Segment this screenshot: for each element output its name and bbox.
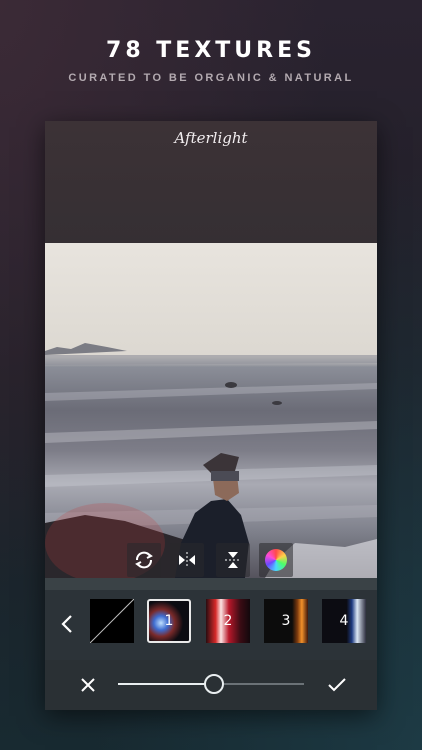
chevron-left-icon [61,615,72,633]
texture-4[interactable]: 4 [322,599,366,643]
rotate-button[interactable] [127,543,161,577]
flip-horizontal-button[interactable] [170,543,204,577]
texture-1[interactable]: 1 [147,599,191,643]
photo-preview [45,243,377,578]
back-button[interactable] [58,612,76,636]
cancel-button[interactable] [77,674,99,696]
texture-label: 4 [339,613,349,629]
slider-fill [118,683,213,685]
app-logo: Afterlight [174,129,248,147]
texture-label: 2 [223,613,233,629]
flip-vertical-button[interactable] [216,543,250,577]
app-top-bar: Afterlight [45,121,377,243]
checkmark-icon [328,678,346,692]
rotate-icon [135,551,153,569]
close-icon [81,678,95,692]
flip-vertical-icon [225,552,241,568]
headline: 78 TEXTURES [106,38,316,63]
flip-horizontal-icon [179,552,195,568]
texture-label: 3 [281,613,291,629]
slider-handle[interactable] [203,674,224,694]
texture-3[interactable]: 3 [264,599,308,643]
color-button[interactable] [259,543,293,577]
photo-scene [45,343,377,578]
no-texture-icon [90,599,134,643]
texture-none[interactable] [90,599,134,643]
texture-2[interactable]: 2 [206,599,250,643]
intensity-slider[interactable] [118,674,304,694]
subheadline: CURATED TO BE ORGANIC & NATURAL [68,72,354,84]
color-wheel-icon [265,549,287,571]
texture-label: 1 [164,613,174,629]
confirm-button[interactable] [326,674,348,696]
app-screen: Afterlight 1 2 3 4 [45,121,377,710]
tool-strip [45,578,377,590]
